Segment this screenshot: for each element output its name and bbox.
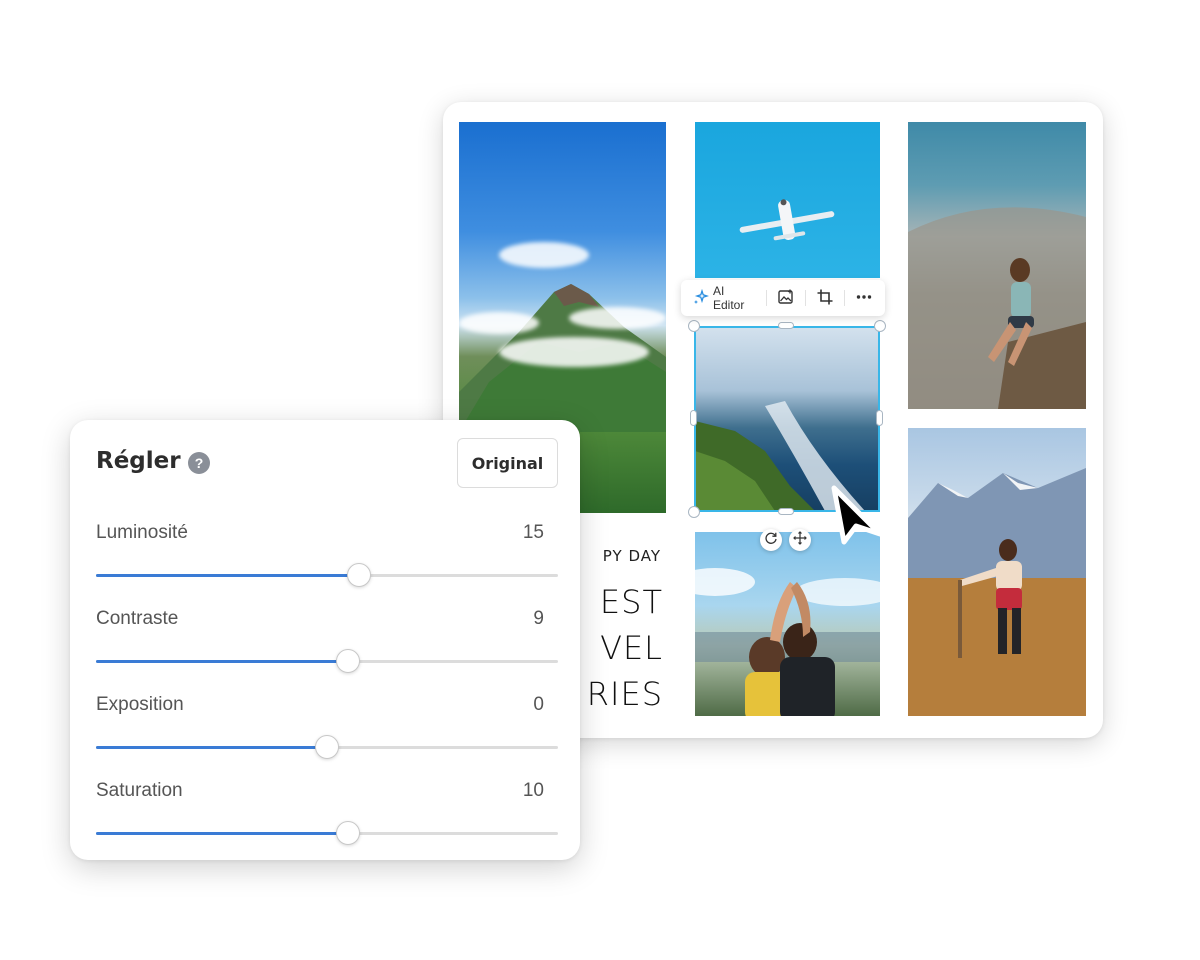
original-button[interactable]: Original [457,438,558,488]
crop-button[interactable] [812,285,838,311]
image-replace-icon [777,288,795,309]
slider-fill [96,660,348,663]
slider-thumb[interactable] [335,649,360,673]
city-girl-photo[interactable] [908,122,1086,409]
slider-thumb[interactable] [335,821,360,845]
airplane-shape [739,199,835,241]
rotate-button[interactable] [760,529,782,551]
slider-saturation: Saturation 10 [96,780,558,850]
hiker-photo[interactable] [908,428,1086,716]
resize-handle-bottom[interactable] [778,508,794,515]
slider-value: 15 [522,522,544,543]
slider-track[interactable] [96,563,558,587]
slider-contrast: Contraste 9 [96,608,558,678]
slider-track[interactable] [96,649,558,673]
slider-label: Saturation [96,780,183,801]
rotate-icon [764,531,778,550]
adjust-panel: Régler ? Original Luminosité 15 Contrast… [70,420,580,860]
cloud-shape [569,307,666,329]
slider-track[interactable] [96,735,558,759]
city-girl-shape [908,207,1086,409]
slider-fill [96,832,348,835]
resize-handle-right[interactable] [876,410,883,426]
floating-toolbar: AI Editor [681,280,885,316]
airplane-photo[interactable] [695,122,880,278]
slider-value: 9 [533,608,544,629]
hiker-shape [908,468,1086,716]
cloud-shape [459,312,539,334]
cloud-shape [499,242,589,268]
more-icon [855,288,873,309]
resize-handle-top-left[interactable] [688,320,700,332]
resize-handle-bottom-left[interactable] [688,506,700,518]
more-options-button[interactable] [851,285,877,311]
resize-handle-left[interactable] [690,410,697,426]
slider-thumb[interactable] [315,735,339,759]
help-icon[interactable]: ? [188,452,210,474]
toolbar-divider [766,290,768,306]
ai-editor-button[interactable]: AI Editor [689,284,760,312]
slider-fill [96,746,327,749]
slider-exposure: Exposition 0 [96,694,558,764]
couple-shape [695,568,880,716]
slider-fill [96,574,360,577]
slider-value: 0 [533,694,544,715]
couple-photo[interactable] [695,532,880,716]
replace-image-button[interactable] [773,285,799,311]
sparkle-icon [693,288,710,308]
move-button[interactable] [789,529,811,551]
resize-handle-top[interactable] [778,322,794,329]
slider-label: Luminosité [96,522,188,543]
resize-handle-top-right[interactable] [874,320,886,332]
slider-brightness: Luminosité 15 [96,522,558,592]
toolbar-divider [805,290,807,306]
slider-thumb[interactable] [347,563,372,587]
slider-label: Contraste [96,608,179,629]
slider-track[interactable] [96,821,558,845]
crop-icon [816,288,834,309]
cloud-shape [499,337,649,367]
mouse-cursor-icon [831,485,883,545]
ai-editor-label: AI Editor [713,284,745,312]
slider-label: Exposition [96,694,184,715]
toolbar-divider [844,290,845,306]
slider-value: 10 [522,780,544,801]
move-icon [793,530,807,550]
panel-title: Régler [96,448,181,474]
